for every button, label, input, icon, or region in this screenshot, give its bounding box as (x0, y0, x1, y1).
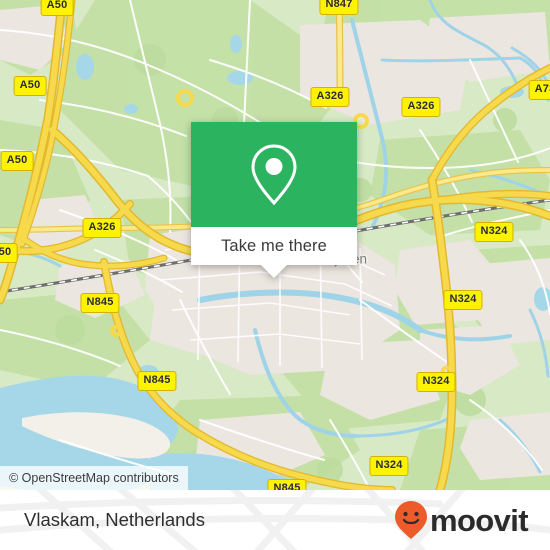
popup-header (191, 122, 357, 227)
footer-bar: Vlaskam, Netherlands moovit (0, 490, 550, 550)
moovit-map-screenshot: A50 N847 A326 A326 A50 A50 A326 A73 N324… (0, 0, 550, 550)
location-title: Vlaskam, Netherlands (24, 509, 205, 530)
moovit-brand-logo: moovit (394, 500, 529, 540)
osm-attribution-text: © OpenStreetMap contributors (9, 471, 179, 485)
location-popup-card[interactable]: Take me there (191, 122, 357, 278)
road-shield: A73 (528, 80, 550, 100)
road-shield: N324 (369, 456, 409, 476)
road-shield: A326 (401, 97, 441, 117)
road-shield: N847 (319, 0, 359, 15)
road-shield: A326 (310, 87, 350, 107)
osm-attribution[interactable]: © OpenStreetMap contributors (0, 466, 188, 490)
popup-action-bar[interactable]: Take me there (191, 227, 357, 265)
road-shield: A50 (13, 76, 47, 96)
map-pin-icon (251, 143, 297, 205)
road-shield: N845 (267, 479, 307, 490)
moovit-wordmark: moovit (429, 502, 529, 538)
road-shield: N845 (80, 293, 120, 313)
moovit-smiley-pin-icon (394, 501, 427, 539)
popup-pointer (261, 265, 287, 278)
road-shield: N324 (474, 222, 514, 242)
road-shield: A50 (0, 151, 34, 171)
map-canvas[interactable]: A50 N847 A326 A326 A50 A50 A326 A73 N324… (0, 0, 550, 490)
road-shield: 50 (0, 243, 18, 263)
take-me-there-label: Take me there (221, 236, 327, 255)
road-shield: N324 (416, 372, 456, 392)
road-shield: A50 (40, 0, 74, 16)
road-shield: A326 (82, 218, 122, 238)
road-shield: N845 (137, 371, 177, 391)
road-shield: N324 (443, 290, 483, 310)
